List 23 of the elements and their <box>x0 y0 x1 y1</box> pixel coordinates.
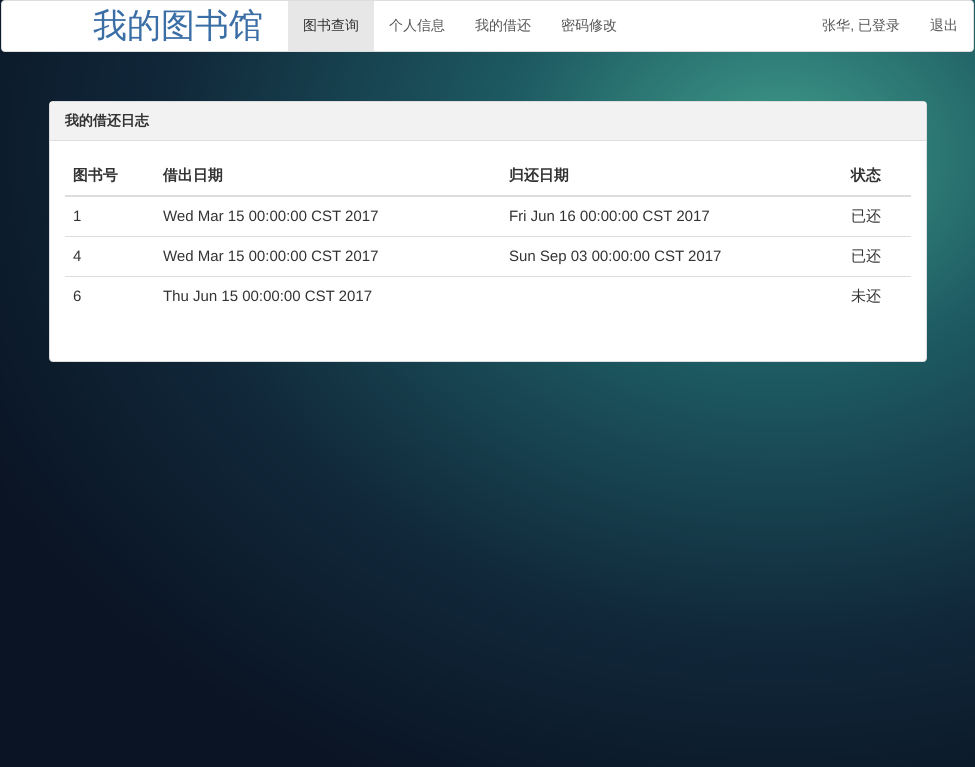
table-cell: 已还 <box>843 196 911 236</box>
column-header: 图书号 <box>65 156 155 196</box>
table-cell: 已还 <box>843 236 911 276</box>
table-cell: Wed Mar 15 00:00:00 CST 2017 <box>155 236 501 276</box>
panel-title: 我的借还日志 <box>65 112 149 128</box>
table-cell: 4 <box>65 236 155 276</box>
table-cell: Wed Mar 15 00:00:00 CST 2017 <box>155 196 501 236</box>
nav-tab[interactable]: 密码修改 <box>546 1 632 51</box>
column-header: 状态 <box>843 156 911 196</box>
brand-link[interactable]: 我的图书馆 <box>2 1 288 51</box>
table-cell: Fri Jun 16 00:00:00 CST 2017 <box>501 196 843 236</box>
nav-tab[interactable]: 个人信息 <box>374 1 460 51</box>
logout-link[interactable]: 退出 <box>915 1 973 51</box>
nav-tab[interactable]: 我的借还 <box>460 1 546 51</box>
table-cell: 未还 <box>843 276 911 316</box>
table-cell: 6 <box>65 276 155 316</box>
nav-tab[interactable]: 图书查询 <box>288 1 374 51</box>
user-status-link[interactable]: 张华, 已登录 <box>807 1 915 51</box>
table-cell: Thu Jun 15 00:00:00 CST 2017 <box>155 276 501 316</box>
table-cell: 1 <box>65 196 155 236</box>
table-cell: Sun Sep 03 00:00:00 CST 2017 <box>501 236 843 276</box>
column-header: 归还日期 <box>501 156 843 196</box>
column-header: 借出日期 <box>155 156 501 196</box>
